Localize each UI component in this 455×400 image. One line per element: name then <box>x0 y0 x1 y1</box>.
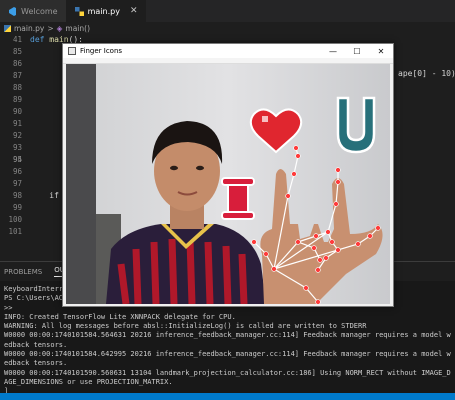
window-title-bar[interactable]: Finger Icons — ☐ ✕ <box>63 44 393 58</box>
breadcrumb-file[interactable]: main.py <box>14 24 44 33</box>
line-number: 89 <box>12 95 22 104</box>
terminal-line: AGE_DIMENSIONS or use PROJECTION_MATRIX. <box>4 377 173 386</box>
terminal-line: W0000 00:00:1740101590.560631 13104 land… <box>4 368 451 377</box>
background-dark-left <box>66 64 96 304</box>
finger-icons-window[interactable]: Finger Icons — ☐ ✕ <box>62 43 394 307</box>
line-number: 85 <box>12 47 22 56</box>
tab-problems[interactable]: PROBLEMS <box>4 268 42 276</box>
line-number: 88 <box>12 83 22 92</box>
line-number: 86 <box>12 59 22 68</box>
line-number: 101 <box>8 227 22 236</box>
python-file-icon <box>4 25 11 32</box>
vscode-icon <box>8 6 17 16</box>
line-number: 91 <box>12 119 22 128</box>
terminal-line: W0000 00:00:1740101584.564631 20216 infe… <box>4 331 451 340</box>
window-controls: — ☐ ✕ <box>321 44 393 58</box>
tab-main-py-label: main.py <box>87 6 120 16</box>
editor-tab-bar: Welcome main.py ✕ <box>0 0 455 22</box>
maximize-button[interactable]: ☐ <box>345 44 369 58</box>
line-number: 93 <box>12 143 22 152</box>
line-number: 92 <box>12 131 22 140</box>
window-app-icon <box>68 47 76 55</box>
line-number: 90 <box>12 107 22 116</box>
function-icon: ◈ <box>56 24 63 33</box>
terminal-line: WARNING: All log messages before absl::I… <box>4 322 367 331</box>
tab-welcome[interactable]: Welcome <box>0 0 67 22</box>
webcam-feed <box>66 64 390 304</box>
line-number-gutter: 41 85 86 87 88 89 90 91 92 93 94 95 96 9… <box>0 35 26 261</box>
code-fragment: ape[0] - 10) <box>398 69 455 78</box>
line-number: 41 <box>12 35 22 44</box>
tab-welcome-label: Welcome <box>21 6 58 16</box>
line-number: 87 <box>12 71 22 80</box>
line-number: 97 <box>12 179 22 188</box>
terminal-line: INFO: Created TensorFlow Lite XNNPACK de… <box>4 312 236 321</box>
line-number: 95 <box>12 155 22 164</box>
window-title: Finger Icons <box>80 47 123 55</box>
line-number: 96 <box>12 167 22 176</box>
breadcrumb-symbol[interactable]: main() <box>65 24 90 33</box>
line-number: 99 <box>12 203 22 212</box>
close-button[interactable]: ✕ <box>369 44 393 58</box>
tab-main-py[interactable]: main.py ✕ <box>66 0 147 22</box>
breadcrumb-separator: > <box>47 24 54 33</box>
line-number: 100 <box>8 215 22 224</box>
status-bar <box>0 393 455 400</box>
code-keyword: def <box>30 35 45 44</box>
terminal-line: W0000 00:00:1740101584.642995 20216 infe… <box>4 350 451 359</box>
terminal-line: edback tensors. <box>4 340 68 349</box>
breadcrumb: main.py > ◈ main() <box>0 22 455 35</box>
python-file-icon <box>74 6 84 16</box>
line-number: 98 <box>12 191 22 200</box>
terminal-line: edback tensors. <box>4 359 68 368</box>
minimize-button[interactable]: — <box>321 44 345 58</box>
close-tab-icon[interactable]: ✕ <box>130 6 138 16</box>
